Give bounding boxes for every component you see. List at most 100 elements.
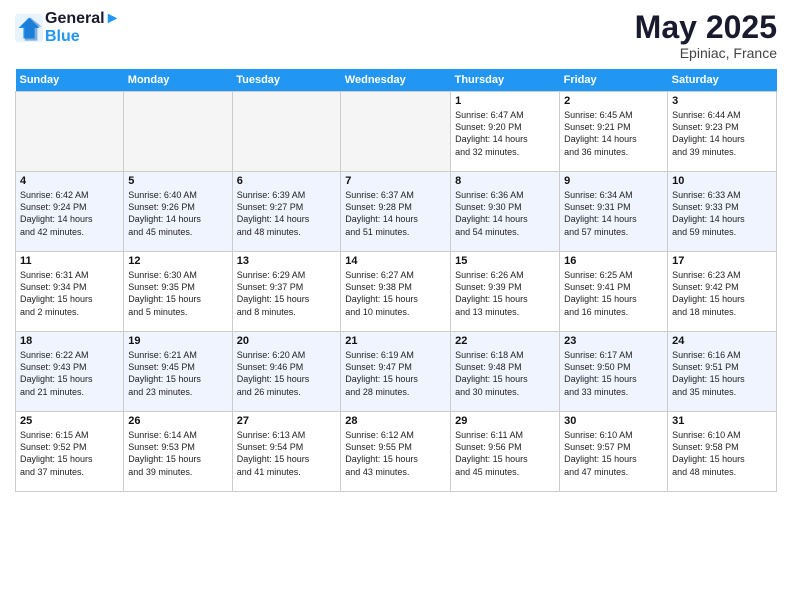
day-info: Sunrise: 6:20 AMSunset: 9:46 PMDaylight:… (237, 349, 337, 398)
calendar-week-row: 4Sunrise: 6:42 AMSunset: 9:24 PMDaylight… (16, 172, 777, 252)
day-number: 26 (128, 415, 227, 427)
day-info: Sunrise: 6:27 AMSunset: 9:38 PMDaylight:… (345, 269, 446, 318)
weekday-header-wednesday: Wednesday (341, 69, 451, 92)
calendar-week-row: 25Sunrise: 6:15 AMSunset: 9:52 PMDayligh… (16, 412, 777, 492)
calendar-day-16: 16Sunrise: 6:25 AMSunset: 9:41 PMDayligh… (560, 252, 668, 332)
day-number: 31 (672, 415, 772, 427)
calendar-day-18: 18 Sunrise: 6:22 AMSunset: 9:43 PMDayligh… (16, 332, 124, 412)
day-info: Sunrise: 6:23 AMSunset: 9:42 PMDaylight:… (672, 269, 772, 318)
calendar-day-22: 22 Sunrise: 6:18 AMSunset: 9:48 PMDayligh… (451, 332, 560, 412)
calendar-day-7: 7 Sunrise: 6:37 AMSunset: 9:28 PMDaylight… (341, 172, 451, 252)
day-info: Sunrise: 6:34 AMSunset: 9:31 PMDaylight:… (564, 189, 663, 238)
day-number: 22 (455, 335, 555, 347)
calendar-header-row: SundayMondayTuesdayWednesdayThursdayFrid… (16, 69, 777, 92)
calendar-week-row: 11 Sunrise: 6:31 AMSunset: 9:34 PMDayligh… (16, 252, 777, 332)
day-info: Sunrise: 6:36 AMSunset: 9:30 PMDaylight:… (455, 189, 555, 238)
calendar-day-3: 3 Sunrise: 6:44 AMSunset: 9:23 PMDaylight… (668, 92, 777, 172)
calendar-day-28: 28 Sunrise: 6:12 AMSunset: 9:55 PMDayligh… (341, 412, 451, 492)
day-number: 2 (564, 95, 663, 107)
day-info: Sunrise: 6:45 AMSunset: 9:21 PMDaylight:… (564, 109, 663, 158)
day-number: 24 (672, 335, 772, 347)
calendar-day-10: 10 Sunrise: 6:33 AMSunset: 9:33 PMDayligh… (668, 172, 777, 252)
day-number: 8 (455, 175, 555, 187)
page-header: General► Blue May 2025 Epiniac, France (15, 10, 777, 61)
day-number: 6 (237, 175, 337, 187)
calendar-day-21: 21 Sunrise: 6:19 AMSunset: 9:47 PMDayligh… (341, 332, 451, 412)
day-info: Sunrise: 6:29 AMSunset: 9:37 PMDaylight:… (237, 269, 337, 318)
day-number: 28 (345, 415, 446, 427)
calendar-week-row: 1Sunrise: 6:47 AMSunset: 9:20 PMDaylight… (16, 92, 777, 172)
day-number: 7 (345, 175, 446, 187)
day-number: 23 (564, 335, 663, 347)
day-number: 19 (128, 335, 227, 347)
calendar-day-4: 4Sunrise: 6:42 AMSunset: 9:24 PMDaylight… (16, 172, 124, 252)
calendar-day-29: 29Sunrise: 6:11 AMSunset: 9:56 PMDayligh… (451, 412, 560, 492)
day-info: Sunrise: 6:44 AMSunset: 9:23 PMDaylight:… (672, 109, 772, 158)
day-info: Sunrise: 6:37 AMSunset: 9:28 PMDaylight:… (345, 189, 446, 238)
calendar-day-2: 2 Sunrise: 6:45 AMSunset: 9:21 PMDaylight… (560, 92, 668, 172)
day-info: Sunrise: 6:25 AMSunset: 9:41 PMDaylight:… (564, 269, 663, 318)
day-info: Sunrise: 6:22 AMSunset: 9:43 PMDaylight:… (20, 349, 119, 398)
calendar-week-row: 18 Sunrise: 6:22 AMSunset: 9:43 PMDayligh… (16, 332, 777, 412)
day-info: Sunrise: 6:15 AMSunset: 9:52 PMDaylight:… (20, 429, 119, 478)
day-number: 17 (672, 255, 772, 267)
day-info: Sunrise: 6:18 AMSunset: 9:48 PMDaylight:… (455, 349, 555, 398)
weekday-header-sunday: Sunday (16, 69, 124, 92)
day-info: Sunrise: 6:42 AMSunset: 9:24 PMDaylight:… (20, 189, 119, 238)
calendar-empty-cell (232, 92, 341, 172)
day-number: 10 (672, 175, 772, 187)
weekday-header-friday: Friday (560, 69, 668, 92)
day-info: Sunrise: 6:10 AMSunset: 9:57 PMDaylight:… (564, 429, 663, 478)
day-info: Sunrise: 6:39 AMSunset: 9:27 PMDaylight:… (237, 189, 337, 238)
calendar-day-1: 1Sunrise: 6:47 AMSunset: 9:20 PMDaylight… (451, 92, 560, 172)
weekday-header-monday: Monday (124, 69, 232, 92)
day-info: Sunrise: 6:30 AMSunset: 9:35 PMDaylight:… (128, 269, 227, 318)
calendar-day-13: 13 Sunrise: 6:29 AMSunset: 9:37 PMDayligh… (232, 252, 341, 332)
day-info: Sunrise: 6:10 AMSunset: 9:58 PMDaylight:… (672, 429, 772, 478)
day-info: Sunrise: 6:31 AMSunset: 9:34 PMDaylight:… (20, 269, 119, 318)
calendar-day-23: 23 Sunrise: 6:17 AMSunset: 9:50 PMDayligh… (560, 332, 668, 412)
calendar-empty-cell (16, 92, 124, 172)
day-info: Sunrise: 6:47 AMSunset: 9:20 PMDaylight:… (455, 109, 555, 158)
calendar-day-11: 11 Sunrise: 6:31 AMSunset: 9:34 PMDayligh… (16, 252, 124, 332)
day-number: 29 (455, 415, 555, 427)
page-container: General► Blue May 2025 Epiniac, France S… (0, 0, 792, 502)
calendar-day-6: 6 Sunrise: 6:39 AMSunset: 9:27 PMDaylight… (232, 172, 341, 252)
calendar-day-8: 8 Sunrise: 6:36 AMSunset: 9:30 PMDaylight… (451, 172, 560, 252)
calendar-day-5: 5Sunrise: 6:40 AMSunset: 9:26 PMDaylight… (124, 172, 232, 252)
weekday-header-saturday: Saturday (668, 69, 777, 92)
location: Epiniac, France (635, 45, 777, 61)
calendar-day-24: 24 Sunrise: 6:16 AMSunset: 9:51 PMDayligh… (668, 332, 777, 412)
day-info: Sunrise: 6:19 AMSunset: 9:47 PMDaylight:… (345, 349, 446, 398)
calendar-day-20: 20 Sunrise: 6:20 AMSunset: 9:46 PMDayligh… (232, 332, 341, 412)
calendar-day-30: 30Sunrise: 6:10 AMSunset: 9:57 PMDayligh… (560, 412, 668, 492)
day-info: Sunrise: 6:16 AMSunset: 9:51 PMDaylight:… (672, 349, 772, 398)
day-number: 3 (672, 95, 772, 107)
calendar-day-17: 17 Sunrise: 6:23 AMSunset: 9:42 PMDayligh… (668, 252, 777, 332)
calendar-empty-cell (124, 92, 232, 172)
day-number: 13 (237, 255, 337, 267)
logo-text: General► Blue (45, 10, 120, 46)
weekday-header-tuesday: Tuesday (232, 69, 341, 92)
day-info: Sunrise: 6:12 AMSunset: 9:55 PMDaylight:… (345, 429, 446, 478)
title-area: May 2025 Epiniac, France (635, 10, 777, 61)
day-number: 15 (455, 255, 555, 267)
day-info: Sunrise: 6:17 AMSunset: 9:50 PMDaylight:… (564, 349, 663, 398)
day-number: 20 (237, 335, 337, 347)
calendar-day-15: 15Sunrise: 6:26 AMSunset: 9:39 PMDayligh… (451, 252, 560, 332)
day-number: 21 (345, 335, 446, 347)
day-number: 5 (128, 175, 227, 187)
day-number: 18 (20, 335, 119, 347)
weekday-header-thursday: Thursday (451, 69, 560, 92)
logo: General► Blue (15, 10, 120, 46)
calendar-day-14: 14Sunrise: 6:27 AMSunset: 9:38 PMDayligh… (341, 252, 451, 332)
calendar-day-25: 25Sunrise: 6:15 AMSunset: 9:52 PMDayligh… (16, 412, 124, 492)
calendar-day-9: 9Sunrise: 6:34 AMSunset: 9:31 PMDaylight… (560, 172, 668, 252)
day-number: 12 (128, 255, 227, 267)
calendar-table: SundayMondayTuesdayWednesdayThursdayFrid… (15, 69, 777, 492)
day-info: Sunrise: 6:13 AMSunset: 9:54 PMDaylight:… (237, 429, 337, 478)
month-title: May 2025 (635, 10, 777, 45)
calendar-day-26: 26Sunrise: 6:14 AMSunset: 9:53 PMDayligh… (124, 412, 232, 492)
day-number: 11 (20, 255, 119, 267)
day-info: Sunrise: 6:33 AMSunset: 9:33 PMDaylight:… (672, 189, 772, 238)
